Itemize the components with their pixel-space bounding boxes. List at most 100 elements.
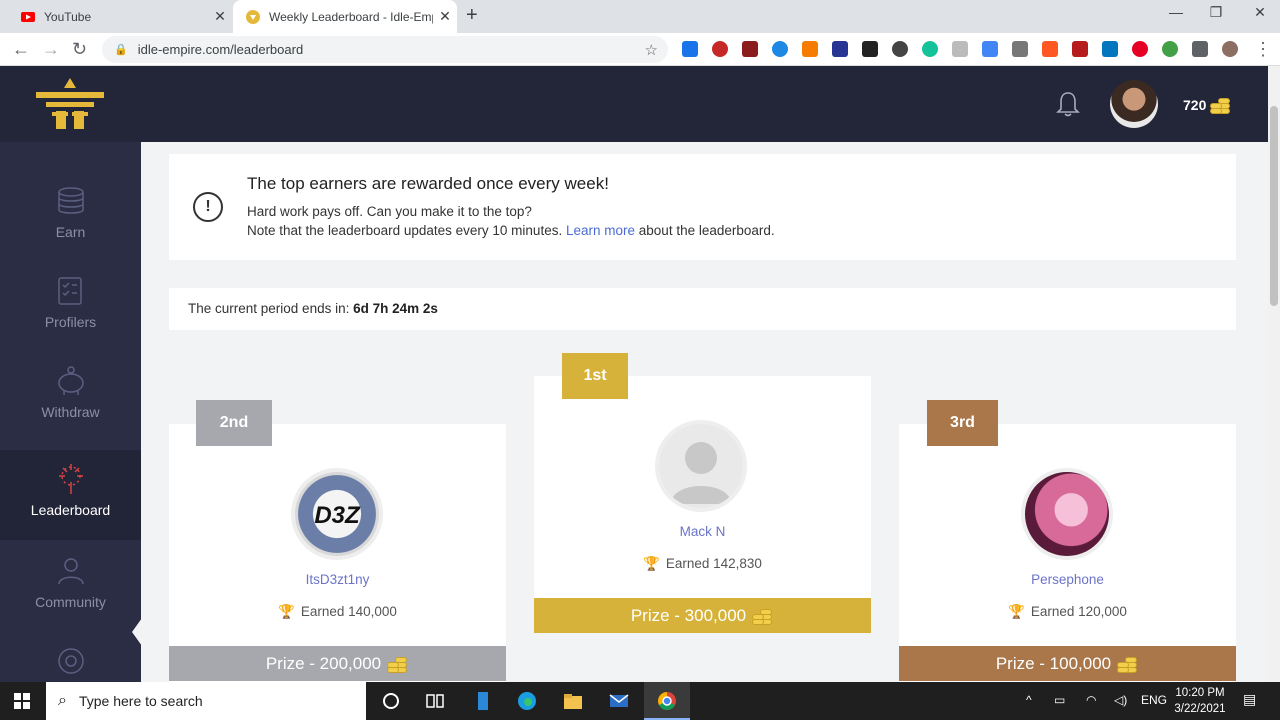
volume-icon[interactable]: ◁)	[1114, 693, 1127, 707]
language-indicator[interactable]: ENG	[1141, 693, 1167, 707]
prize-banner: Prize - 300,000	[534, 598, 871, 633]
forward-icon[interactable]: →	[42, 39, 60, 60]
player-name[interactable]: Persephone	[899, 572, 1236, 587]
cortana-icon[interactable]	[380, 691, 402, 711]
menu-dots-icon[interactable]: ⋮	[1254, 39, 1272, 60]
translate-icon[interactable]	[982, 41, 998, 57]
profile-avatar-icon[interactable]	[1222, 41, 1238, 57]
period-value: 6d 7h 24m 2s	[353, 301, 438, 316]
extension-icon[interactable]	[1102, 41, 1118, 57]
podium-second: 2nd D3Z ItsD3zt1ny 🏆 Earned 140,000 Prize…	[169, 400, 506, 682]
alert-icon: !	[193, 192, 223, 222]
notice-line2-post: about the leaderboard.	[638, 223, 775, 238]
extension-icon[interactable]	[802, 41, 818, 57]
puzzle-icon[interactable]	[1192, 41, 1208, 57]
grammarly-icon[interactable]	[922, 41, 938, 57]
coin-balance-value: 720	[1183, 97, 1207, 113]
battery-icon[interactable]: ▭	[1054, 693, 1065, 707]
tab-youtube[interactable]: YouTube ✕	[8, 0, 232, 33]
sidebar-item-earn[interactable]: Earn	[0, 184, 141, 274]
taskbar-clock[interactable]: 10:20 PM 3/22/2021	[1170, 685, 1230, 717]
notification-icon[interactable]: ▤	[1243, 691, 1256, 708]
notice-line2: Note that the leaderboard updates every …	[247, 223, 775, 238]
sidebar-item-withdraw[interactable]: Withdraw	[0, 364, 141, 454]
close-window-icon[interactable]: ✕	[1240, 4, 1280, 21]
active-indicator	[132, 618, 141, 646]
extension-icon[interactable]	[892, 41, 908, 57]
idle-empire-favicon	[245, 9, 261, 25]
podium-first: 1st Mack N 🏆 Earned 142,830 Prize - 300,0…	[534, 353, 871, 633]
sidebar-item-community[interactable]: Community	[0, 554, 141, 644]
bell-icon[interactable]	[1056, 90, 1080, 118]
sidebar-item-label: Profilers	[44, 314, 97, 330]
maximize-icon[interactable]: ❐	[1196, 4, 1236, 21]
windows-taskbar: ⌕ Type here to search ^ ▭ ◠ ◁) ENG 10:20…	[0, 682, 1280, 720]
scrollbar-thumb[interactable]	[1270, 106, 1278, 306]
extension-icon[interactable]	[862, 41, 878, 57]
gold-coins-icon	[1210, 94, 1232, 116]
fireworks-icon	[58, 464, 83, 494]
sidebar-item-profilers[interactable]: Profilers	[0, 274, 141, 364]
pinterest-icon[interactable]	[1132, 41, 1148, 57]
extension-icon[interactable]	[952, 41, 968, 57]
extension-icon[interactable]	[742, 41, 758, 57]
file-explorer-icon[interactable]	[562, 691, 584, 711]
player-name[interactable]: ItsD3zt1ny	[169, 572, 506, 587]
file-icon[interactable]	[472, 691, 494, 711]
close-tab-icon[interactable]: ✕	[433, 8, 457, 25]
sidebar-item-label: Community	[35, 594, 106, 610]
gold-coins-icon	[752, 605, 774, 627]
camera-icon[interactable]	[1012, 41, 1028, 57]
new-tab-icon[interactable]: +	[466, 4, 478, 27]
prize-text: Prize - 200,000	[265, 653, 382, 673]
clock-date: 3/22/2021	[1174, 703, 1226, 715]
extension-icon[interactable]	[682, 41, 698, 57]
checklist-icon	[57, 277, 82, 305]
task-view-icon[interactable]	[424, 691, 446, 711]
idle-empire-logo-icon[interactable]	[32, 76, 108, 132]
windows-start-icon[interactable]	[14, 693, 30, 709]
extension-icon[interactable]	[1042, 41, 1058, 57]
rank-badge: 3rd	[927, 400, 998, 446]
wifi-icon[interactable]: ◠	[1086, 693, 1096, 707]
sidebar-item-label: Withdraw	[41, 404, 100, 420]
taskbar-chrome-active[interactable]	[644, 682, 690, 720]
back-icon[interactable]: ←	[12, 39, 30, 60]
default-user-icon	[671, 442, 731, 504]
mail-icon[interactable]	[608, 691, 630, 711]
period-label: The current period ends in:	[188, 301, 350, 316]
tab-leaderboard[interactable]: Weekly Leaderboard - Idle-Empir ✕	[233, 0, 457, 33]
people-icon	[57, 558, 84, 585]
extension-icon[interactable]	[832, 41, 848, 57]
user-avatar[interactable]	[1110, 80, 1158, 128]
extension-icon[interactable]	[1072, 41, 1088, 57]
trophy-icon: 🏆	[278, 604, 295, 619]
extension-icon[interactable]	[1162, 41, 1178, 57]
sidebar-item-leaderboard[interactable]: Leaderboard	[0, 450, 141, 540]
prize-banner: Prize - 100,000	[899, 646, 1236, 681]
extension-icon[interactable]	[712, 41, 728, 57]
learn-more-link[interactable]: Learn more	[566, 223, 635, 238]
player-name[interactable]: Mack N	[534, 524, 871, 539]
tray-chevron-icon[interactable]: ^	[1026, 693, 1032, 707]
sidebar-item-label: Leaderboard	[30, 502, 111, 518]
edge-icon[interactable]	[516, 691, 538, 711]
bookmark-star-icon[interactable]: ☆	[645, 41, 658, 59]
player-avatar: D3Z	[291, 468, 383, 560]
minimize-icon[interactable]: —	[1156, 4, 1196, 20]
podium-third: 3rd Persephone 🏆 Earned 120,000 Prize - 1…	[899, 400, 1236, 682]
page-scrollbar[interactable]	[1268, 66, 1280, 682]
extension-icon[interactable]	[772, 41, 788, 57]
earned-text: Earned 120,000	[1030, 604, 1127, 619]
reload-icon[interactable]: ↻	[72, 39, 87, 60]
trophy-icon: 🏆	[1008, 604, 1025, 619]
sidebar-item-support[interactable]	[0, 644, 141, 682]
browser-toolbar: ← → ↻ 🔒 idle-empire.com/leaderboard ☆ ⋮	[0, 33, 1280, 66]
clock-time: 10:20 PM	[1175, 687, 1225, 699]
taskbar-search[interactable]: ⌕ Type here to search	[46, 682, 366, 720]
youtube-icon	[20, 9, 36, 25]
close-tab-icon[interactable]: ✕	[208, 8, 232, 25]
coin-balance: 720	[1183, 94, 1232, 116]
address-bar[interactable]: 🔒 idle-empire.com/leaderboard ☆	[102, 36, 668, 63]
lifebuoy-icon	[57, 648, 84, 674]
